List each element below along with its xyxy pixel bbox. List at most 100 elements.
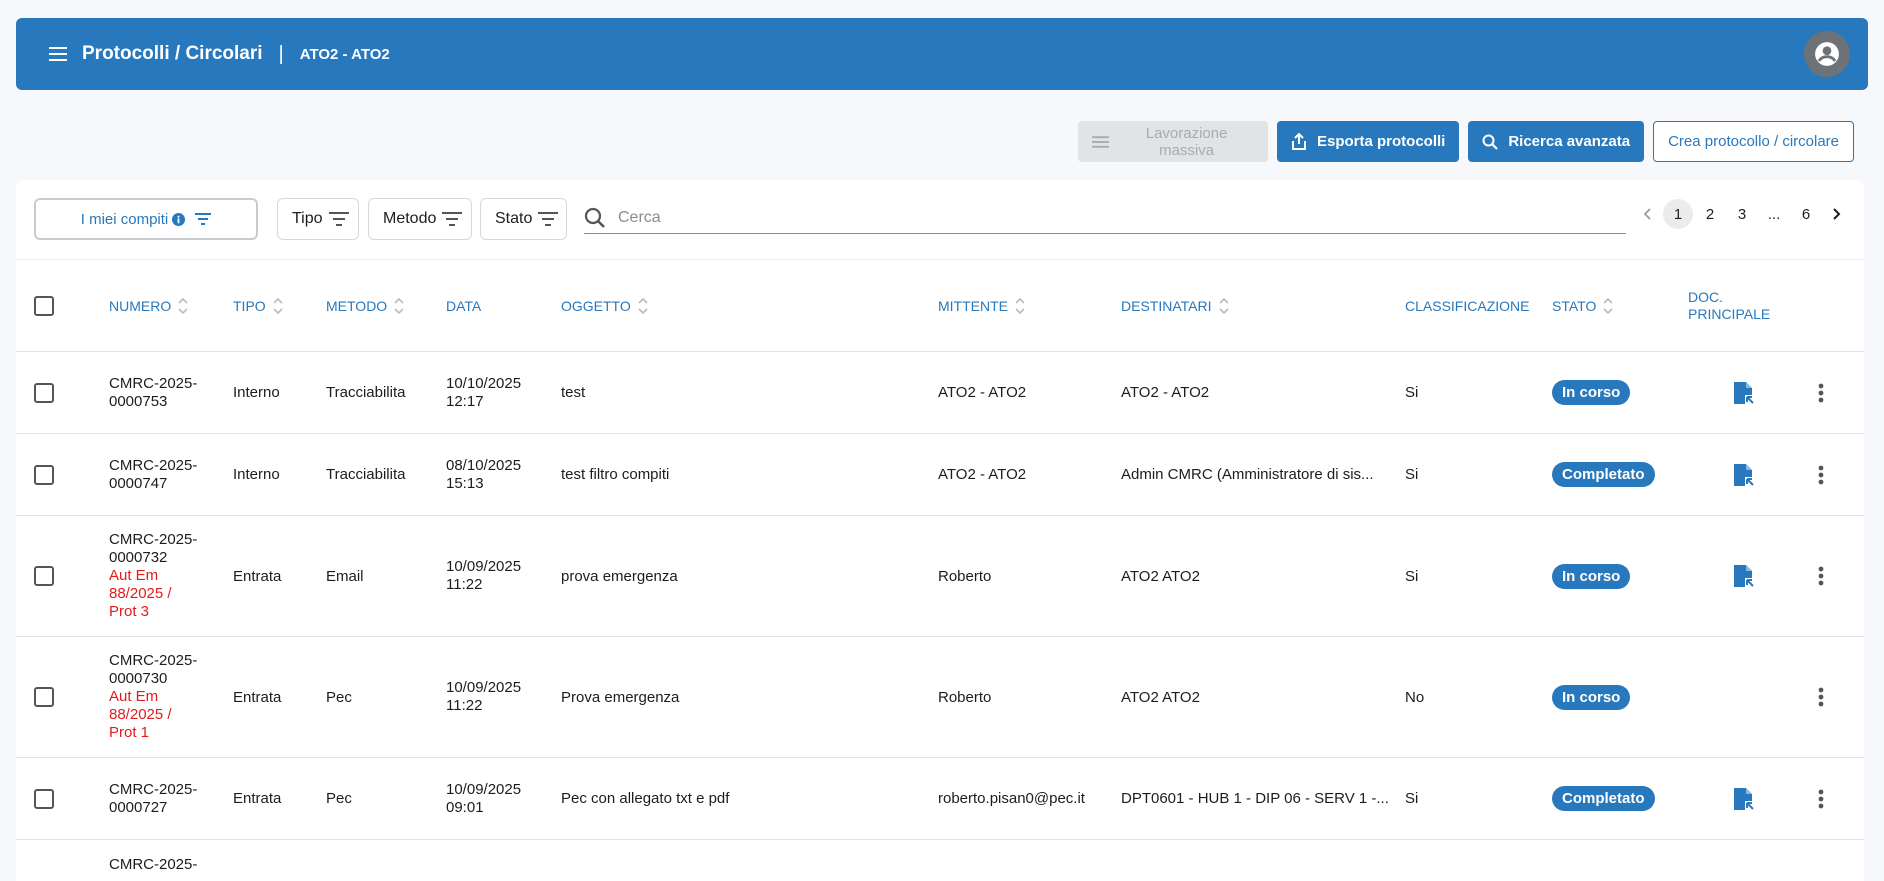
page-button-3[interactable]: 3 [1727,199,1757,229]
cell-data: 10/09/2025 11:22 [446,516,521,636]
column-header-oggetto[interactable]: OGGETTO [561,260,649,352]
status-badge: Completato [1552,462,1655,487]
document-open-icon[interactable] [1732,786,1756,812]
cell-actions [1818,352,1824,433]
tipo-filter[interactable]: Tipo [277,198,359,240]
cell-numero: CMRC-2025- 0000753 [109,352,197,433]
chevron-right-icon [1833,208,1841,220]
protocol-number: 0000753 [109,392,168,410]
stato-filter[interactable]: Stato [480,198,567,240]
mittente-value: roberto.pisan0@pec.it [938,790,1085,807]
more-vert-icon[interactable] [1818,789,1824,809]
column-header-tipo[interactable]: TIPO [233,260,284,352]
cell-tipo: Interno [233,434,280,515]
export-protocols-button[interactable]: Esporta protocolli [1277,121,1460,162]
search-input[interactable] [618,208,1518,227]
emergency-reference: Prot 1 [109,724,150,741]
filter-icon [442,212,463,226]
sort-icon [394,297,404,315]
my-tasks-filter[interactable]: I miei compiti [34,198,258,240]
bulk-processing-button[interactable]: Lavorazione massiva [1078,121,1268,162]
sort-icon [273,297,283,315]
table-row[interactable]: CMRC-2025- 0000732 Aut Em 88/2025 /Prot 3 E… [16,516,1864,637]
row-checkbox[interactable] [34,382,54,403]
prev-page-button[interactable] [1632,199,1662,229]
sort-icon [1015,297,1025,315]
tipo-value: Entrata [233,567,282,585]
more-vert-icon[interactable] [1818,465,1824,485]
advanced-search-button[interactable]: Ricerca avanzata [1468,121,1645,162]
column-header-numero[interactable]: NUMERO [109,260,189,352]
page-button-2[interactable]: 2 [1695,199,1725,229]
cell-stato: Completato [1552,434,1655,515]
cell-metodo: Pec [326,637,352,757]
list-icon [1092,135,1110,148]
next-page-button[interactable] [1822,199,1852,229]
select-all-checkbox[interactable] [34,296,54,316]
date-value: 10/09/2025 [446,679,522,696]
table-row[interactable]: CMRC-2025- 0000753 Interno Tracciabilita 1… [16,352,1864,434]
create-protocol-button[interactable]: Crea protocollo / circolare [1653,121,1854,162]
metodo-value: Email [326,567,364,585]
column-header-metodo[interactable]: METODO [326,260,405,352]
search-icon [584,207,605,228]
date-value: 10/09/2025 [446,780,522,798]
table-row[interactable]: CMRC-2025- [16,840,1864,881]
cell-destinatari: ATO2 - ATO2 [1121,352,1209,433]
more-vert-icon[interactable] [1818,383,1824,403]
cell-destinatari: ATO2 ATO2 [1121,516,1200,636]
date-value: 08/10/2025 [446,456,522,474]
row-checkbox[interactable] [34,566,54,586]
column-header-destinatari[interactable]: DESTINATARI [1121,260,1230,352]
oggetto-value: test [561,384,586,401]
cell-classificazione: Si [1405,758,1418,839]
mittente-value: Roberto [938,688,992,706]
protocol-number: 0000747 [109,474,168,492]
mittente-value: ATO2 - ATO2 [938,384,1027,401]
cell-metodo: Pec [326,758,352,839]
table-row[interactable]: CMRC-2025- 0000730 Aut Em 88/2025 /Prot 1 E… [16,637,1864,758]
column-header-stato[interactable]: STATO [1552,260,1614,352]
account-circle-icon[interactable] [1804,31,1850,77]
document-open-icon[interactable] [1732,563,1756,589]
cell-oggetto: Pec con allegato txt e pdf [561,758,729,839]
more-vert-icon[interactable] [1818,687,1824,707]
row-select-cell [34,516,54,636]
column-header-classificazione: CLASSIFICAZIONE [1405,260,1529,352]
cell-mittente: ATO2 - ATO2 [938,352,1026,433]
column-header-label: OGGETTO [561,298,631,314]
column-header-mittente[interactable]: MITTENTE [938,260,1026,352]
row-select-cell [34,758,54,839]
table-row[interactable]: CMRC-2025- 0000727 Entrata Pec 10/09/2025 … [16,758,1864,840]
hamburger-icon[interactable] [46,42,70,66]
metodo-filter[interactable]: Metodo [368,198,472,240]
cell-tipo: Entrata [233,758,281,839]
cell-tipo: Entrata [233,637,281,757]
document-open-icon[interactable] [1732,380,1756,406]
document-open-icon[interactable] [1732,462,1756,488]
cell-mittente: ATO2 - ATO2 [938,434,1026,515]
cell-data: 10/09/2025 11:22 [446,637,521,757]
page-button-1[interactable]: 1 [1663,199,1693,229]
more-vert-icon[interactable] [1818,566,1824,586]
cell-stato: In corso [1552,516,1631,636]
date-value: 10/10/2025 [446,374,522,392]
time-value: 12:17 [446,392,484,410]
row-checkbox[interactable] [34,788,54,809]
row-checkbox[interactable] [34,464,54,485]
page-button-6[interactable]: 6 [1791,199,1821,229]
row-checkbox[interactable] [34,687,54,707]
protocols-card: I miei compiti Tipo Metodo Stato 123... 6 [16,180,1864,881]
cell-classificazione: Si [1405,516,1418,636]
status-badge: In corso [1552,684,1631,710]
time-value: 09:01 [446,798,484,816]
pagination: 1 2 3... 6 [1632,198,1852,230]
protocol-number-prefix: CMRC-2025- [109,780,198,798]
destinatari-value: ATO2 ATO2 [1121,688,1200,706]
tipo-value: Interno [233,384,280,401]
destinatari-value: DPT0601 - HUB 1 - DIP 06 - SERV 1 -... [1121,790,1389,807]
table-row[interactable]: CMRC-2025- 0000747 Interno Tracciabilita 0… [16,434,1864,516]
cell-actions [1818,516,1824,636]
cell-numero: CMRC-2025- 0000747 [109,434,197,515]
cell-data: 10/09/2025 09:01 [446,758,521,839]
